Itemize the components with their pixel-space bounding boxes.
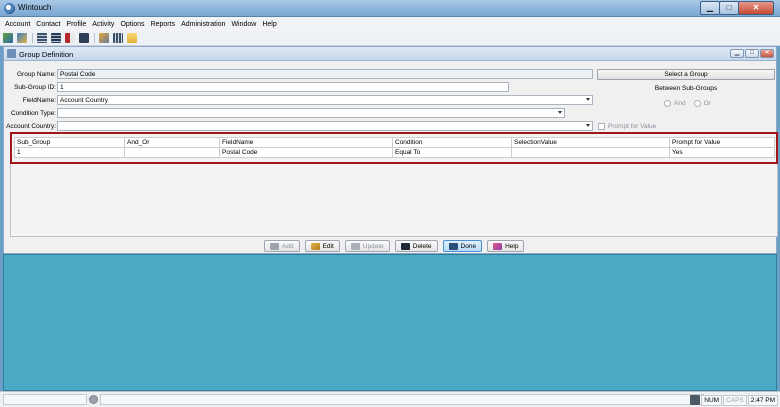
status-indicator-icon bbox=[89, 395, 98, 404]
chevron-down-icon[interactable] bbox=[586, 124, 590, 127]
num-lock-indicator: NUM bbox=[701, 394, 723, 406]
table-icon[interactable] bbox=[51, 33, 61, 43]
folder-icon bbox=[270, 242, 279, 250]
between-sub-groups-label: Between Sub-Groups bbox=[654, 85, 718, 92]
status-indicators: NUM CAPS 2:47 PM bbox=[690, 394, 778, 406]
account-country-dropdown[interactable] bbox=[57, 121, 593, 131]
add-button[interactable]: Add bbox=[264, 240, 300, 252]
inner-close-icon[interactable]: ✕ bbox=[760, 49, 774, 58]
keyboard-icon bbox=[690, 395, 701, 405]
minimize-icon[interactable]: ▁ bbox=[700, 1, 720, 15]
title-bar: Wintouch ▁ □ ✕ bbox=[0, 0, 780, 17]
group-name-field[interactable]: Postal Code bbox=[57, 69, 593, 79]
grid-icon[interactable] bbox=[113, 33, 123, 43]
edit-button[interactable]: Edit bbox=[304, 240, 340, 252]
window-title: Group Definition bbox=[19, 50, 74, 59]
close-icon[interactable]: ✕ bbox=[738, 1, 774, 15]
window-controls: ▁ □ ✕ bbox=[700, 1, 774, 15]
menu-administration[interactable]: Administration bbox=[181, 21, 225, 28]
action-buttons: Add Edit Update Delete Done Help bbox=[264, 240, 529, 252]
field-name-value: Account Country bbox=[60, 97, 109, 104]
prompt-for-value-row: Prompt for Value bbox=[598, 123, 656, 130]
maximize-icon[interactable]: □ bbox=[719, 1, 739, 15]
toolbar-separator bbox=[32, 33, 33, 43]
notes-icon[interactable] bbox=[65, 33, 75, 43]
menu-window[interactable]: Window bbox=[231, 21, 256, 28]
or-radio-label: Or bbox=[703, 100, 711, 107]
add-button-label: Add bbox=[282, 242, 294, 250]
inner-maximize-icon[interactable]: □ bbox=[745, 49, 759, 58]
delete-x-icon bbox=[400, 242, 410, 250]
prompt-for-value-checkbox[interactable] bbox=[598, 123, 605, 130]
menu-reports[interactable]: Reports bbox=[151, 21, 176, 28]
tools-icon[interactable] bbox=[99, 33, 109, 43]
chevron-down-icon[interactable] bbox=[586, 98, 590, 101]
status-cell bbox=[3, 394, 87, 405]
and-radio-label: And bbox=[674, 100, 686, 107]
condition-type-label: Condition Type: bbox=[10, 110, 56, 117]
delete-button-label: Delete bbox=[412, 242, 432, 250]
inner-window-controls: ▁ □ ✕ bbox=[729, 49, 774, 58]
folder-icon[interactable] bbox=[127, 33, 137, 43]
done-button-label: Done bbox=[460, 242, 477, 250]
highlight-box bbox=[10, 132, 778, 164]
menu-activity[interactable]: Activity bbox=[92, 21, 114, 28]
and-radio[interactable] bbox=[664, 100, 671, 107]
caps-lock-indicator: CAPS bbox=[723, 394, 747, 406]
done-icon bbox=[448, 242, 458, 250]
sub-group-id-label: Sub-Group ID: bbox=[14, 84, 56, 91]
update-button[interactable]: Update bbox=[344, 240, 390, 252]
menu-bar: Account Contact Profile Activity Options… bbox=[0, 17, 780, 31]
pencil-icon bbox=[310, 242, 320, 250]
checklist-icon[interactable] bbox=[79, 33, 89, 43]
contacts-icon[interactable] bbox=[3, 33, 13, 43]
help-button-label: Help bbox=[505, 242, 519, 250]
chevron-down-icon[interactable] bbox=[558, 111, 562, 114]
window-icon bbox=[7, 49, 16, 58]
menu-help[interactable]: Help bbox=[262, 21, 276, 28]
sub-group-id-field[interactable]: 1 bbox=[57, 82, 509, 92]
group-definition-window: Group Definition ▁ □ ✕ Group Name: Posta… bbox=[3, 46, 778, 254]
field-name-dropdown[interactable]: Account Country bbox=[57, 95, 593, 105]
toolbar-separator bbox=[94, 33, 95, 43]
status-cell bbox=[100, 394, 704, 405]
edit-button-label: Edit bbox=[322, 242, 334, 250]
update-icon bbox=[350, 242, 360, 250]
status-bar: NUM CAPS 2:47 PM bbox=[0, 391, 780, 407]
and-or-radio-group: And Or bbox=[664, 100, 711, 107]
menu-contact[interactable]: Contact bbox=[36, 21, 60, 28]
group-definition-titlebar: Group Definition ▁ □ ✕ bbox=[4, 47, 776, 61]
or-radio[interactable] bbox=[693, 100, 701, 107]
menu-options[interactable]: Options bbox=[120, 21, 144, 28]
help-icon bbox=[493, 242, 503, 250]
field-name-label: FieldName: bbox=[22, 97, 56, 104]
menu-account[interactable]: Account bbox=[5, 21, 30, 28]
select-group-button[interactable]: Select a Group bbox=[597, 69, 775, 80]
mdi-workspace bbox=[3, 254, 777, 391]
group-name-label: Group Name: bbox=[16, 71, 56, 78]
user-icon[interactable] bbox=[17, 33, 27, 43]
account-country-label: Account Country: bbox=[6, 123, 56, 130]
clock: 2:47 PM bbox=[747, 394, 778, 406]
delete-button[interactable]: Delete bbox=[394, 240, 438, 252]
inner-minimize-icon[interactable]: ▁ bbox=[730, 49, 744, 58]
app-icon bbox=[4, 3, 15, 14]
toolbar bbox=[0, 31, 780, 46]
list-icon[interactable] bbox=[37, 33, 47, 43]
update-button-label: Update bbox=[362, 242, 384, 250]
menu-profile[interactable]: Profile bbox=[66, 21, 86, 28]
app-title: Wintouch bbox=[18, 3, 52, 12]
help-button[interactable]: Help bbox=[487, 240, 525, 252]
condition-type-dropdown[interactable] bbox=[57, 108, 565, 118]
prompt-for-value-label: Prompt for Value bbox=[608, 123, 657, 130]
done-button[interactable]: Done bbox=[442, 240, 483, 252]
